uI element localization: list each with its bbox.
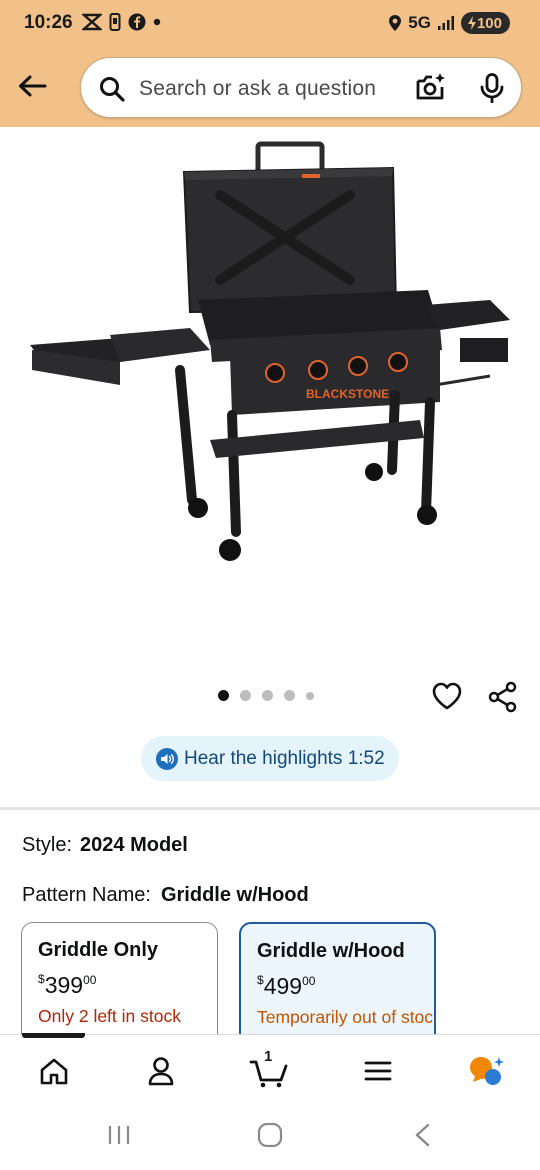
style-label: Style: (22, 834, 73, 856)
microphone-icon[interactable] (479, 73, 505, 103)
camera-search-icon[interactable] (415, 72, 447, 102)
battery-indicator: 100 (460, 12, 510, 34)
product-image[interactable]: BLACKSTONE (20, 140, 520, 580)
back-arrow-icon (19, 75, 47, 97)
status-time: 10:26 (24, 12, 73, 33)
option-name: Griddle Only (38, 939, 159, 961)
hear-highlights-button[interactable]: Hear the highlights 1:52 (141, 736, 399, 781)
price-cents: 00 (83, 973, 97, 987)
price-cents: 00 (302, 974, 316, 988)
search-header: Search or ask a question (0, 50, 540, 127)
carousel-dot[interactable] (306, 691, 314, 700)
nav-menu[interactable] (358, 1051, 398, 1091)
system-status-icons: 5G 100 (388, 12, 510, 34)
stock-status: Temporarily out of stock (257, 1007, 436, 1027)
nav-cart[interactable]: 1 (249, 1048, 289, 1091)
option-name: Griddle w/Hood (257, 940, 405, 962)
charging-icon (467, 16, 476, 30)
price-currency: $ (38, 972, 45, 986)
phone-notification-icon (109, 13, 121, 31)
pattern-value: Griddle w/Hood (160, 884, 309, 906)
hood-accent (302, 174, 320, 178)
search-bar[interactable]: Search or ask a question (80, 57, 522, 118)
active-tab-indicator (22, 1033, 85, 1038)
section-divider (0, 807, 540, 810)
notification-icons (82, 13, 161, 31)
wheel-front (219, 539, 241, 561)
carousel-dot[interactable] (284, 690, 295, 701)
carousel-dot[interactable] (240, 690, 251, 701)
carousel-dot[interactable] (218, 690, 229, 701)
style-selection: Style: 2024 Model (22, 834, 188, 857)
system-navigation-bar (0, 1106, 540, 1170)
wheel-left (188, 498, 208, 518)
bottom-navigation: 1 (0, 1033, 540, 1106)
mail-notification-icon (82, 13, 102, 31)
back-button[interactable] (14, 68, 50, 104)
style-value: 2024 Model (80, 834, 188, 856)
option-price: $49900 (257, 973, 434, 1000)
network-type: 5G (408, 13, 431, 32)
wishlist-heart-icon[interactable] (431, 681, 463, 711)
audio-speaker-icon (156, 747, 178, 770)
menu-icon (364, 1061, 392, 1081)
brand-logo: BLACKSTONE (306, 387, 389, 401)
price-currency: $ (257, 973, 264, 987)
status-bar: 10:26 5G 100 (0, 0, 540, 50)
account-icon (148, 1057, 174, 1086)
price-dollars: 499 (263, 973, 303, 999)
image-carousel-dots[interactable] (218, 690, 314, 701)
pattern-selection: Pattern Name: Griddle w/Hood (22, 884, 309, 907)
back-system-icon[interactable] (412, 1123, 432, 1147)
stock-status: Only 2 left in stock (38, 1006, 181, 1026)
option-price: $39900 (38, 972, 217, 999)
price-dollars: 399 (44, 972, 84, 998)
option-griddle-with-hood[interactable]: Griddle w/Hood $49900 Temporarily out of… (239, 922, 436, 1052)
wheel-back (365, 463, 383, 481)
top-bar: 10:26 5G 100 Search or ask a question (0, 0, 540, 127)
nav-account[interactable] (141, 1051, 181, 1091)
highlights-label: Hear the highlights 1:52 (184, 747, 385, 769)
battery-level: 100 (476, 14, 502, 32)
pattern-label: Pattern Name: (22, 884, 151, 906)
side-caddy (460, 338, 508, 362)
rufus-ai-icon (470, 1057, 504, 1085)
control-panel (230, 345, 440, 415)
towel-bar (434, 374, 491, 387)
burner-knob-3 (348, 356, 368, 376)
home-system-icon[interactable] (257, 1123, 283, 1147)
cart-count: 1 (264, 1048, 273, 1065)
home-icon (40, 1058, 68, 1085)
more-notifications-icon (153, 18, 161, 26)
folding-shelf (110, 328, 210, 362)
wheel-right (417, 505, 437, 525)
nav-home[interactable] (34, 1051, 74, 1091)
share-icon[interactable] (487, 681, 519, 713)
location-icon (389, 15, 402, 31)
right-shelf (425, 300, 510, 330)
nav-rufus[interactable] (466, 1051, 506, 1091)
carousel-dot[interactable] (262, 690, 273, 701)
signal-icon (437, 16, 454, 30)
burner-knob-1 (265, 363, 285, 383)
burner-knob-2 (308, 360, 328, 380)
recent-apps-icon[interactable] (106, 1123, 132, 1147)
search-icon (100, 77, 125, 102)
facebook-notification-icon (128, 13, 146, 31)
search-input[interactable]: Search or ask a question (139, 77, 376, 101)
burner-knob-4 (388, 352, 408, 372)
